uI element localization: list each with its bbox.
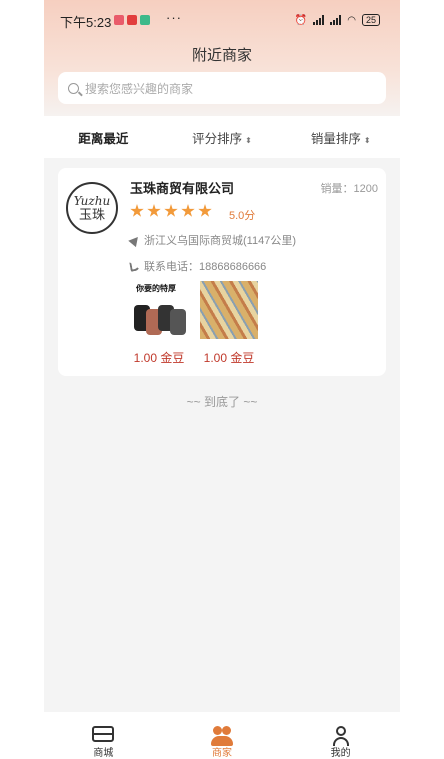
- status-time: 下午5:23: [60, 15, 112, 30]
- tab-merchants-label: 商家: [212, 748, 232, 759]
- status-bar: 下午5:23 ··· ⏰ ◠ 25: [44, 10, 400, 32]
- rating-score: 5.0分: [229, 210, 256, 222]
- tab-bar: 商城 商家 我的: [44, 712, 400, 759]
- tab-profile[interactable]: 我的: [281, 712, 400, 759]
- merchants-icon-head: [222, 726, 231, 735]
- app-notification-icon: [114, 15, 124, 25]
- star-icon: [198, 204, 212, 217]
- sort-distance[interactable]: 距离最近: [44, 128, 163, 147]
- battery-icon: 25: [361, 14, 380, 26]
- star-icon: [130, 204, 144, 217]
- product-image-label: 你要的特厚: [136, 284, 176, 293]
- list-end-text: ~~ 到底了 ~~: [186, 395, 258, 409]
- store-icon: [92, 726, 115, 742]
- product-price: 1.00 金豆: [133, 351, 185, 365]
- profile-icon-head: [335, 726, 346, 736]
- tab-store[interactable]: 商城: [44, 712, 163, 759]
- search-input[interactable]: 搜索您感兴趣的商家: [58, 72, 386, 104]
- shop-address: 浙江义乌国际商贸城(1147公里): [128, 232, 296, 248]
- shop-phone-text: 联系电话：18868686666: [144, 261, 267, 273]
- product-image: 你要的特厚: [130, 281, 188, 339]
- app-notification-icon: [127, 15, 137, 25]
- profile-icon-body: [332, 737, 349, 746]
- sort-rating[interactable]: 评分排序 ⬍: [163, 128, 282, 147]
- shop-sales: 销量：1200: [320, 183, 378, 195]
- star-icon: [147, 204, 161, 217]
- shop-name: 玉珠商贸有限公司: [130, 181, 235, 196]
- product-item[interactable]: 1.00 金豆: [200, 281, 258, 366]
- star-icon: [181, 204, 195, 217]
- tab-merchants[interactable]: 商家: [163, 712, 282, 759]
- phone-icon: [129, 260, 141, 272]
- sort-arrows-icon: ⬍: [245, 135, 252, 145]
- shop-logo-text: Yuzhu: [73, 193, 111, 208]
- product-price: 1.00 金豆: [203, 351, 255, 365]
- sort-bar: 距离最近 评分排序 ⬍ 销量排序 ⬍: [44, 116, 400, 158]
- page-title: 附近商家: [191, 47, 252, 64]
- app-screen: 下午5:23 ··· ⏰ ◠ 25 附近商家 搜索您感兴趣的商家 距离最近 评分…: [44, 0, 400, 759]
- notification-icons: [114, 15, 150, 25]
- shop-logo-text: 玉珠: [78, 207, 105, 223]
- wifi-icon: ◠: [347, 14, 356, 26]
- search-placeholder: 搜索您感兴趣的商家: [85, 81, 194, 96]
- tab-store-label: 商城: [93, 748, 114, 759]
- merchants-icon: [211, 726, 233, 746]
- shop-phone[interactable]: 联系电话：18868686666: [129, 258, 267, 274]
- alarm-icon: ⏰: [294, 14, 308, 26]
- tab-profile-label: 我的: [330, 748, 351, 759]
- signal-icon: [330, 15, 342, 25]
- rating-stars: [130, 204, 212, 218]
- star-icon: [164, 204, 178, 217]
- product-roll: [170, 309, 186, 335]
- shop-logo: Yuzhu 玉珠: [66, 182, 118, 234]
- product-item[interactable]: 你要的特厚 1.00 金豆: [130, 281, 188, 366]
- sort-sales[interactable]: 销量排序 ⬍: [281, 128, 400, 147]
- status-right: ⏰ ◠ 25: [295, 14, 380, 26]
- merchants-icon-body: [211, 736, 233, 746]
- sort-distance-label: 距离最近: [78, 131, 129, 146]
- shop-address-text: 浙江义乌国际商贸城(1147公里): [144, 235, 296, 247]
- product-list: 你要的特厚 1.00 金豆 1.00 金豆: [130, 281, 258, 366]
- sort-rating-label: 评分排序: [192, 131, 243, 146]
- merchants-icon-head: [213, 726, 222, 735]
- search-icon: [68, 82, 79, 94]
- shop-card[interactable]: Yuzhu 玉珠 玉珠商贸有限公司 销量：1200 5.0分 浙江义乌国际商贸城…: [58, 168, 386, 376]
- product-image: [200, 281, 258, 339]
- app-notification-icon: [140, 15, 150, 25]
- location-arrow-icon: [128, 233, 142, 247]
- signal-icon: [313, 15, 325, 25]
- sort-arrows-icon: ⬍: [363, 135, 371, 145]
- sort-sales-label: 销量排序: [310, 131, 361, 146]
- profile-icon: [330, 726, 352, 746]
- more-notifications-icon: ···: [166, 10, 182, 25]
